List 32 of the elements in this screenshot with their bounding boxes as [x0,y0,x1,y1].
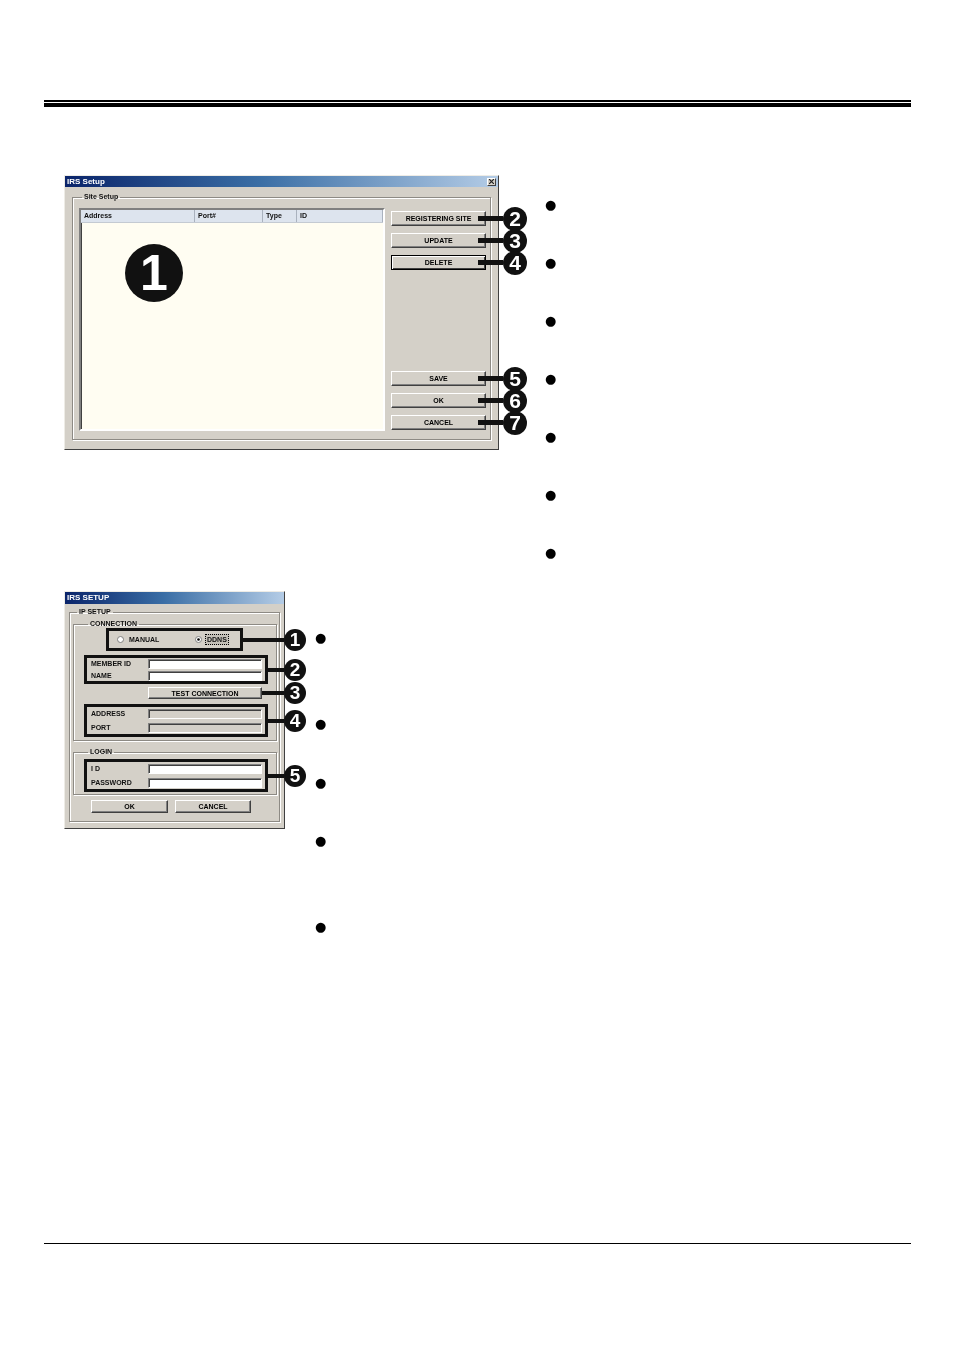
bullet: ● [545,429,557,443]
bullet: ● [545,255,557,269]
callout-number: 3 [503,228,527,253]
callout-number: 4 [503,250,527,275]
input-field[interactable] [148,763,262,774]
callout-number: 3 [284,682,306,704]
callout-number: 1 [125,244,183,302]
bullet: ● [315,716,327,730]
window-title: IRS SETUP [67,594,110,602]
input-field[interactable] [148,670,262,681]
close-icon [489,179,494,184]
bullet: ● [545,313,557,327]
callout-number: 7 [503,410,527,435]
callout-number: 2 [503,206,527,231]
window-title: IRS Setup [67,177,105,186]
bullet: ● [315,833,327,847]
bullet: ● [545,197,557,211]
bullet: ● [545,371,557,385]
bullet: ● [315,919,327,933]
callout-number: 5 [284,764,306,787]
bullet: ● [315,775,327,789]
callout-number: 6 [503,388,527,413]
callout-number: 2 [284,658,306,681]
callout-number: 5 [503,366,527,391]
callout-number: 1 [284,628,306,651]
callout-number: 4 [284,709,306,732]
bullet: ● [545,545,557,559]
input-field[interactable] [148,658,262,669]
close-button[interactable] [487,177,496,186]
bullet: ● [545,487,557,501]
bullet: ● [315,630,327,644]
input-field[interactable] [148,777,262,788]
